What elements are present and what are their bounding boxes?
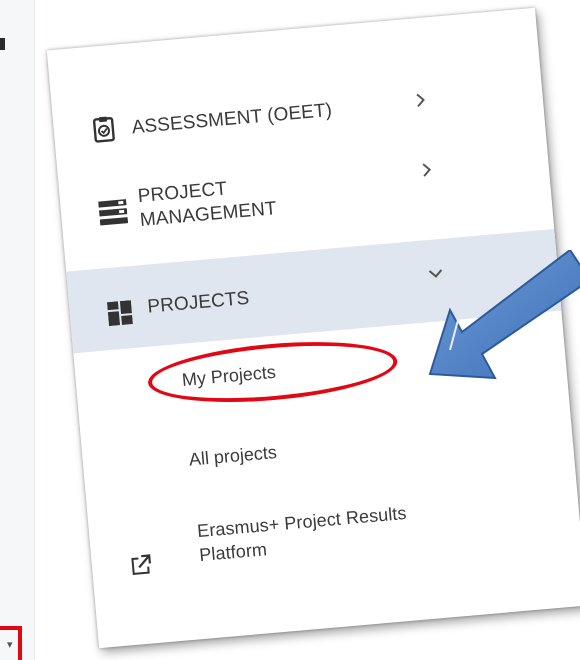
background-page-sidebar [0,0,35,660]
submenu-item-all-projects[interactable]: All projects [188,442,278,471]
menu-item-label: ASSESSMENT (OEET) [130,99,333,139]
dashboard-grid-icon [106,300,133,331]
screenshot-stage: ▾ ASSESSMENT (OEET) PROJECT MANAGEMENT P… [0,0,580,660]
menu-item-label: PROJECTS [146,287,251,318]
chevron-right-icon [412,91,429,108]
stacked-bars-icon [98,198,129,231]
menu-item-erasmus-results-platform[interactable]: Erasmus+ Project Results Platform [88,476,580,618]
pointer-arrow [420,248,580,410]
chevron-right-icon [418,161,435,178]
background-arrow-icon: ▾ [7,639,13,651]
background-highlight-box: ▾ [0,626,22,660]
menu-item-label: Erasmus+ Project Results Platform [196,502,408,566]
external-link-icon [129,553,153,582]
background-marker [0,38,5,50]
menu-item-label: PROJECT MANAGEMENT [136,178,278,231]
clipboard-check-icon [91,115,118,150]
highlight-oval [145,333,400,411]
